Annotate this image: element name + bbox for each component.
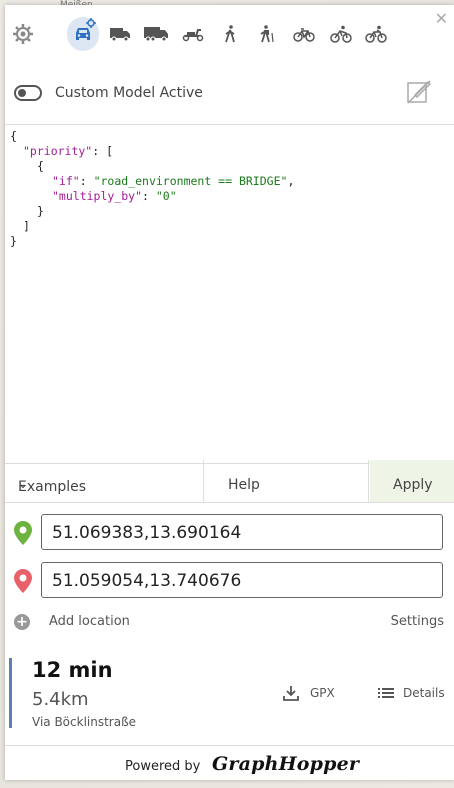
foot-icon[interactable] (214, 17, 246, 51)
editor-line: "multiply_by": "0" (52, 189, 177, 203)
editor-line: ] (23, 219, 30, 233)
custom-model-row: Custom Model Active (5, 79, 454, 117)
custom-model-toggle[interactable] (14, 85, 42, 101)
graphhopper-logo[interactable]: GraphHopper (212, 753, 359, 775)
mtb-icon[interactable] (360, 17, 392, 51)
apply-label: Apply (393, 477, 433, 493)
car-custom-icon[interactable] (67, 17, 99, 51)
settings-gear-icon[interactable] (7, 17, 39, 51)
custom-model-editor[interactable]: { "priority": [ { "if": "road_environmen… (5, 124, 454, 464)
scooter-icon[interactable] (177, 17, 209, 51)
help-button[interactable]: Help (205, 460, 369, 502)
editor-line: "priority": [ (23, 144, 114, 158)
editor-line: } (37, 204, 44, 218)
details-label: Details (403, 686, 445, 700)
end-marker-icon[interactable] (14, 569, 32, 593)
add-icon[interactable]: + (14, 614, 30, 630)
to-location-value: 51.059054,13.740676 (52, 571, 242, 591)
custom-model-label: Custom Model Active (55, 85, 203, 101)
add-location-row: + Add location Settings (5, 610, 454, 634)
hike-icon[interactable] (251, 17, 283, 51)
powered-by-footer: Powered by GraphHopper (5, 745, 454, 781)
racingbike-icon[interactable] (325, 17, 357, 51)
route-time: 12 min (32, 658, 113, 682)
add-location-button[interactable]: Add location (49, 614, 130, 629)
small-truck-icon[interactable] (104, 17, 136, 51)
editor-line: } (10, 234, 17, 248)
to-location-input[interactable]: 51.059054,13.740676 (41, 562, 443, 598)
sidebar-panel: ✕ Custom Model Active {"priority": [{… (5, 5, 454, 780)
chevron-down-icon: ⌄ (18, 477, 29, 491)
route-distance: 5.4km (32, 689, 89, 710)
editor-line: { (37, 159, 44, 173)
truck-icon[interactable] (140, 17, 172, 51)
from-location-input[interactable]: 51.069383,13.690164 (41, 514, 443, 550)
apply-button[interactable]: Apply (370, 460, 454, 502)
route-via: Via Böcklinstraße (32, 715, 137, 729)
clear-custom-model-icon[interactable] (406, 79, 436, 109)
from-location-value: 51.069383,13.690164 (52, 523, 242, 543)
editor-buttons: Examples ⌄ Help Apply (5, 460, 454, 503)
download-icon (283, 686, 299, 701)
route-result[interactable]: 12 min 5.4km Via Böcklinstraße GPX Detai… (9, 658, 453, 729)
gpx-label: GPX (310, 686, 335, 700)
powered-by-text: Powered by (125, 759, 201, 774)
examples-select[interactable]: Examples ⌄ (5, 460, 204, 502)
bike-icon[interactable] (288, 17, 320, 51)
help-label: Help (228, 477, 260, 493)
details-button[interactable]: Details (377, 684, 445, 704)
gpx-button[interactable]: GPX (282, 684, 335, 704)
editor-line: "if": "road_environment == BRIDGE", (52, 174, 295, 188)
start-marker-icon[interactable] (14, 521, 32, 545)
editor-line: { (10, 129, 17, 143)
settings-button[interactable]: Settings (391, 614, 444, 629)
vehicle-toolbar (5, 17, 454, 53)
list-icon (378, 688, 394, 698)
